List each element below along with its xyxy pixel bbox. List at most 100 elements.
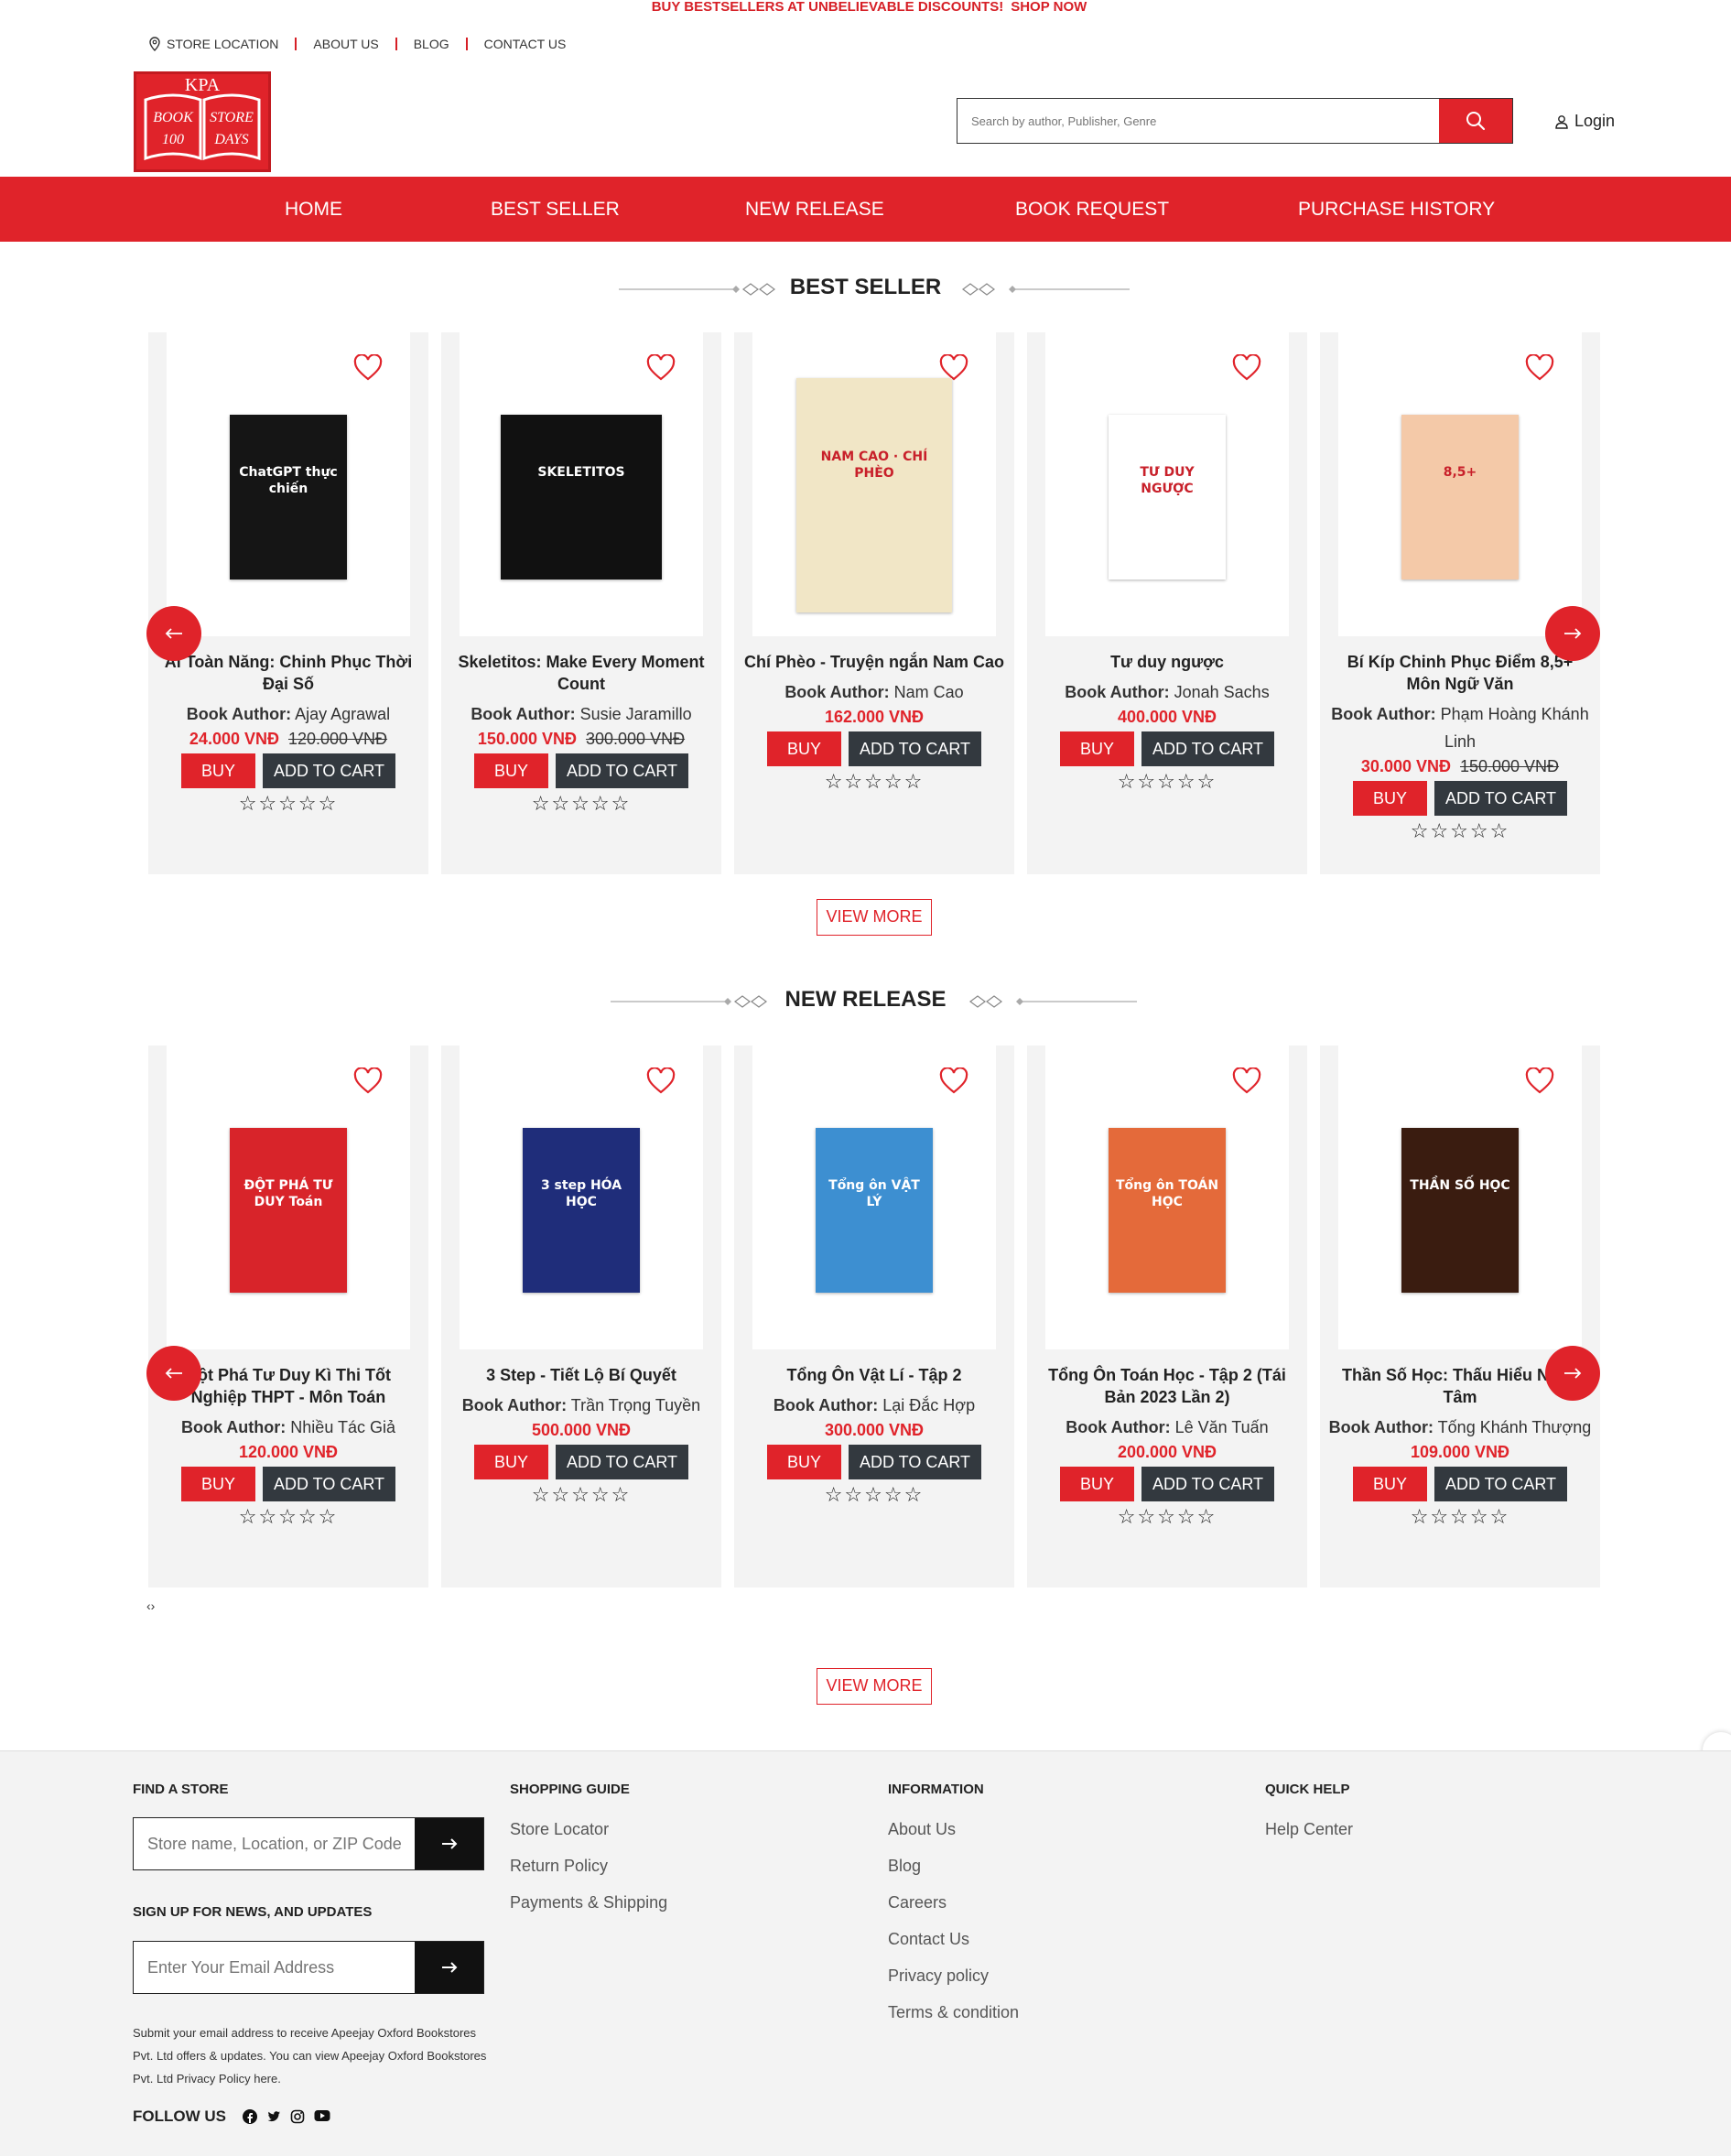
help-center-link[interactable]: Help Center xyxy=(1265,1811,1353,1847)
product-card[interactable]: Đột Phá Tư Duy Kì Thi Tốt Nghiệp THPT - … xyxy=(148,1045,428,1587)
add-to-cart-button[interactable]: ADD TO CART xyxy=(1433,781,1568,816)
product-card[interactable]: Chí Phèo - Truyện ngắn Nam Cao Book Autho… xyxy=(734,332,1014,874)
rating-stars[interactable]: ☆☆☆☆☆ xyxy=(1320,1505,1600,1529)
buy-button[interactable]: BUY xyxy=(1352,781,1427,816)
store-locator-link[interactable]: Store Locator xyxy=(510,1811,667,1847)
add-to-cart-button[interactable]: ADD TO CART xyxy=(1141,1467,1275,1501)
product-title[interactable]: Tổng Ôn Toán Học - Tập 2 (Tái Bản 2023 L… xyxy=(1027,1364,1307,1408)
book-cover-image[interactable]: SKELETITOS xyxy=(501,415,662,580)
product-card[interactable]: Thần Số Học: Thấu Hiểu Nhân Tâm Book Auth… xyxy=(1320,1045,1600,1587)
rating-stars[interactable]: ☆☆☆☆☆ xyxy=(1027,1505,1307,1529)
rating-stars[interactable]: ☆☆☆☆☆ xyxy=(148,1505,428,1529)
search-input[interactable] xyxy=(957,99,1439,143)
wishlist-button[interactable] xyxy=(353,1067,383,1095)
rating-stars[interactable]: ☆☆☆☆☆ xyxy=(441,792,721,816)
terms-link[interactable]: Terms & condition xyxy=(888,1994,1019,2031)
payments-shipping-link[interactable]: Payments & Shipping xyxy=(510,1884,667,1921)
rating-stars[interactable]: ☆☆☆☆☆ xyxy=(441,1483,721,1507)
search-button[interactable] xyxy=(1439,99,1512,143)
store-search-input[interactable] xyxy=(134,1818,415,1869)
facebook-icon[interactable] xyxy=(242,2109,257,2124)
wishlist-button[interactable] xyxy=(1232,353,1261,382)
buy-button[interactable]: BUY xyxy=(1059,1467,1134,1501)
youtube-icon[interactable] xyxy=(314,2109,330,2122)
book-cover-image[interactable]: TƯ DUY NGƯỢC xyxy=(1109,415,1226,580)
book-cover-image[interactable]: ĐỘT PHÁ TƯ DUY Toán xyxy=(230,1128,347,1293)
new-release-next-arrow[interactable] xyxy=(1545,1346,1600,1401)
buy-button[interactable]: BUY xyxy=(180,1467,255,1501)
blog-link[interactable]: BLOG xyxy=(414,37,449,51)
book-cover-image[interactable]: 3 step HÓA HỌC xyxy=(523,1128,640,1293)
buy-button[interactable]: BUY xyxy=(473,1445,548,1479)
instagram-icon[interactable] xyxy=(290,2109,305,2124)
site-logo[interactable]: KPA BOOK 100 STORE DAYS xyxy=(134,71,271,172)
product-card[interactable]: Ai Toàn Năng: Chinh Phục Thời Đại Số Book… xyxy=(148,332,428,874)
buy-button[interactable]: BUY xyxy=(180,753,255,788)
wishlist-button[interactable] xyxy=(939,1067,968,1095)
product-title[interactable]: 3 Step - Tiết Lộ Bí Quyết xyxy=(441,1364,721,1386)
store-location-link[interactable]: STORE LOCATION xyxy=(148,37,278,51)
buy-button[interactable]: BUY xyxy=(1059,731,1134,766)
nav-home[interactable]: HOME xyxy=(285,177,342,242)
add-to-cart-button[interactable]: ADD TO CART xyxy=(848,1445,982,1479)
nav-best-seller[interactable]: BEST SELLER xyxy=(491,177,620,242)
return-policy-link[interactable]: Return Policy xyxy=(510,1847,667,1884)
product-card[interactable]: 3 Step - Tiết Lộ Bí Quyết Book Author: Tr… xyxy=(441,1045,721,1587)
book-cover-image[interactable]: 8,5+ xyxy=(1401,415,1519,580)
buy-button[interactable]: BUY xyxy=(766,731,841,766)
wishlist-button[interactable] xyxy=(353,353,383,382)
product-card[interactable]: Tổng Ôn Vật Lí - Tập 2 Book Author: Lại Đ… xyxy=(734,1045,1014,1587)
blog-footer-link[interactable]: Blog xyxy=(888,1847,1019,1884)
nav-book-request[interactable]: BOOK REQUEST xyxy=(1015,177,1169,242)
book-cover-image[interactable]: NAM CAO · CHÍ PHÈO xyxy=(796,378,952,612)
product-title[interactable]: Ai Toàn Năng: Chinh Phục Thời Đại Số xyxy=(148,651,428,695)
wishlist-button[interactable] xyxy=(646,1067,676,1095)
privacy-policy-link[interactable]: Privacy policy xyxy=(888,1957,1019,1994)
product-title[interactable]: Tư duy ngược xyxy=(1027,651,1307,673)
nav-new-release[interactable]: NEW RELEASE xyxy=(745,177,884,242)
best-seller-prev-arrow[interactable] xyxy=(146,606,201,661)
add-to-cart-button[interactable]: ADD TO CART xyxy=(848,731,982,766)
email-submit-button[interactable] xyxy=(415,1942,483,1993)
product-title[interactable]: Chí Phèo - Truyện ngắn Nam Cao xyxy=(734,651,1014,673)
product-card[interactable]: Bí Kíp Chinh Phục Điểm 8,5+ Môn Ngữ Văn B… xyxy=(1320,332,1600,874)
product-title[interactable]: Bí Kíp Chinh Phục Điểm 8,5+ Môn Ngữ Văn xyxy=(1320,651,1600,695)
book-cover-image[interactable]: Tổng ôn TOÁN HỌC xyxy=(1109,1128,1226,1293)
book-cover-image[interactable]: ChatGPT thực chiến xyxy=(230,415,347,580)
login-link[interactable]: Login xyxy=(1554,112,1615,131)
product-card[interactable]: Skeletitos: Make Every Moment Count Book … xyxy=(441,332,721,874)
promo-shop-now-link[interactable]: SHOP NOW xyxy=(1011,0,1087,15)
best-seller-view-more-button[interactable]: VIEW MORE xyxy=(817,899,932,936)
add-to-cart-button[interactable]: ADD TO CART xyxy=(555,753,689,788)
wishlist-button[interactable] xyxy=(1232,1067,1261,1095)
buy-button[interactable]: BUY xyxy=(1352,1467,1427,1501)
product-card[interactable]: Tư duy ngược Book Author: Jonah Sachs 400.… xyxy=(1027,332,1307,874)
rating-stars[interactable]: ☆☆☆☆☆ xyxy=(1320,819,1600,843)
store-search-submit-button[interactable] xyxy=(415,1818,483,1869)
add-to-cart-button[interactable]: ADD TO CART xyxy=(262,1467,396,1501)
rating-stars[interactable]: ☆☆☆☆☆ xyxy=(734,1483,1014,1507)
new-release-prev-arrow[interactable] xyxy=(146,1346,201,1401)
twitter-icon[interactable] xyxy=(266,2109,281,2124)
rating-stars[interactable]: ☆☆☆☆☆ xyxy=(148,792,428,816)
rating-stars[interactable]: ☆☆☆☆☆ xyxy=(734,770,1014,794)
wishlist-button[interactable] xyxy=(1525,1067,1554,1095)
about-us-footer-link[interactable]: About Us xyxy=(888,1811,1019,1847)
add-to-cart-button[interactable]: ADD TO CART xyxy=(262,753,396,788)
book-cover-image[interactable]: THẦN SỐ HỌC xyxy=(1401,1128,1519,1293)
contact-us-link[interactable]: CONTACT US xyxy=(484,37,567,51)
wishlist-button[interactable] xyxy=(1525,353,1554,382)
product-title[interactable]: Tổng Ôn Vật Lí - Tập 2 xyxy=(734,1364,1014,1386)
carousel-nav-control[interactable]: ‹› xyxy=(146,1598,155,1613)
book-cover-image[interactable]: Tổng ôn VẬT LÝ xyxy=(816,1128,933,1293)
add-to-cart-button[interactable]: ADD TO CART xyxy=(1433,1467,1568,1501)
new-release-view-more-button[interactable]: VIEW MORE xyxy=(817,1668,932,1705)
email-input[interactable] xyxy=(134,1942,415,1993)
contact-us-footer-link[interactable]: Contact Us xyxy=(888,1921,1019,1957)
product-card[interactable]: Tổng Ôn Toán Học - Tập 2 (Tái Bản 2023 L… xyxy=(1027,1045,1307,1587)
about-us-link[interactable]: ABOUT US xyxy=(313,37,378,51)
wishlist-button[interactable] xyxy=(646,353,676,382)
rating-stars[interactable]: ☆☆☆☆☆ xyxy=(1027,770,1307,794)
careers-link[interactable]: Careers xyxy=(888,1884,1019,1921)
add-to-cart-button[interactable]: ADD TO CART xyxy=(555,1445,689,1479)
